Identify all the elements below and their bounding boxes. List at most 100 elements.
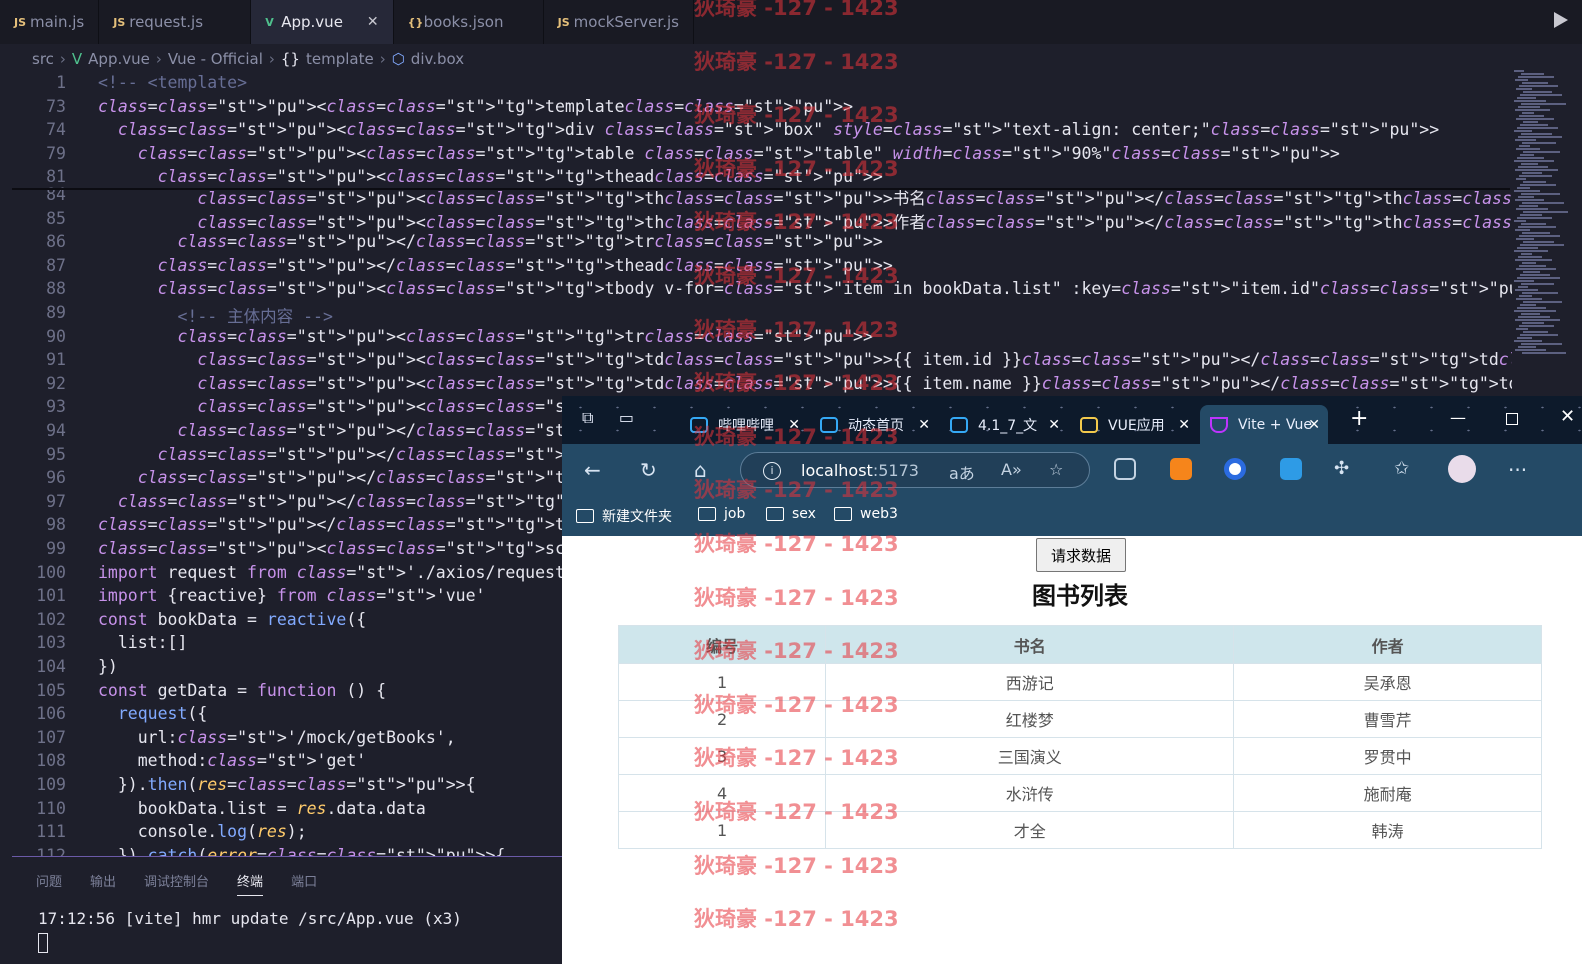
back-icon[interactable]: ← <box>584 458 601 482</box>
close-icon[interactable]: ✕ <box>1048 417 1060 433</box>
browser-tab-vue-app[interactable]: VUE应用 ✕ <box>1070 405 1198 444</box>
breadcrumb-item[interactable]: src <box>32 50 54 68</box>
browser-tab-bilibili[interactable]: 哔哩哔哩 ✕ <box>680 405 808 444</box>
bookmark-folder[interactable]: web3 <box>834 506 898 522</box>
close-icon[interactable]: ✕ <box>918 417 930 433</box>
minimap-line <box>1522 172 1542 174</box>
tab-request-js[interactable]: JS request.js <box>99 0 252 44</box>
bookmark-folder[interactable]: 新建文件夹 <box>576 506 672 526</box>
minimap-line <box>1516 328 1528 330</box>
browser-tab-dynamic[interactable]: 动态首页 ✕ <box>810 405 938 444</box>
close-window-icon[interactable]: ✕ <box>1560 406 1575 427</box>
games-icon[interactable] <box>1114 458 1136 480</box>
minimap-line <box>1518 166 1548 168</box>
code-line[interactable]: <!-- <template> <box>98 73 247 92</box>
folder-icon <box>834 507 852 521</box>
tab-mockserver-js[interactable]: JS mockServer.js <box>544 0 694 44</box>
table-cell: 曹雪芹 <box>1233 700 1542 738</box>
code-line[interactable]: class=class="st">"pu"></class=class="st"… <box>98 256 893 275</box>
avatar[interactable] <box>1448 455 1476 483</box>
minimap-line <box>1518 286 1528 288</box>
code-line[interactable]: }).catch(error=class=class="st">"pu">>{ <box>98 846 505 856</box>
code-line[interactable]: method:class="st">'get' <box>98 751 367 770</box>
code-line[interactable]: }) <box>98 657 118 676</box>
code-line[interactable]: console.log(res); <box>98 822 307 841</box>
code-line[interactable]: class=class="st">"pu"><class=class="st">… <box>98 167 883 186</box>
code-line[interactable]: request({ <box>98 704 207 723</box>
bookmark-folder[interactable]: job <box>698 506 745 522</box>
code-line[interactable]: const getData = function () { <box>98 681 386 700</box>
code-line[interactable]: import {reactive} from class="st">'vue' <box>98 586 485 605</box>
maximize-icon[interactable] <box>1506 413 1518 425</box>
translate-icon[interactable]: aあ <box>949 460 975 484</box>
new-tab-button[interactable]: + <box>1350 406 1368 431</box>
favorites-icon[interactable]: ✩ <box>1394 458 1409 479</box>
breadcrumb-item[interactable]: Vue - Official <box>168 50 263 68</box>
browser-tab-lesson[interactable]: 4.1_7_文 ✕ <box>940 405 1068 444</box>
code-line[interactable]: class=class="st">"pu"><class=class="st">… <box>98 350 1512 369</box>
code-line[interactable]: }).then(res=class=class="st">"pu">>{ <box>98 775 476 794</box>
tab-main-js[interactable]: JS main.js <box>0 0 100 44</box>
code-line[interactable]: import request from class="st">'./axios/… <box>98 563 585 582</box>
minimap-line <box>1516 208 1548 210</box>
address-bar[interactable]: i localhost:5173 aあ A» ☆ <box>740 452 1090 488</box>
info-icon[interactable]: i <box>763 462 781 480</box>
browser-tab-vite-vue[interactable]: Vite + Vue ✕ <box>1200 405 1328 444</box>
terminal-output[interactable]: 17:12:56 [vite] hmr update /src/App.vue … <box>38 909 462 928</box>
code-line[interactable]: class=class="st">"pu"><class=class="st">… <box>98 279 1512 298</box>
code-line[interactable]: class=class="st">"pu"><class=class="st">… <box>98 374 1512 393</box>
minimap[interactable] <box>1514 70 1568 360</box>
extensions-puzzle-icon[interactable]: ✣ <box>1334 458 1349 479</box>
close-icon[interactable]: ✕ <box>1308 417 1320 433</box>
url-text: localhost:5173 <box>801 461 919 480</box>
terminal-cursor <box>38 933 48 953</box>
code-line[interactable]: class=class="st">"pu"><class=class="st">… <box>98 97 853 116</box>
close-icon[interactable]: ✕ <box>788 417 800 433</box>
run-icon[interactable] <box>1554 12 1568 28</box>
breadcrumb-item[interactable]: App.vue <box>88 50 150 68</box>
code-line[interactable]: class=class="st">"pu"></class=class="st"… <box>98 232 882 251</box>
tab-app-vue[interactable]: V App.vue ✕ <box>251 0 394 44</box>
code-line[interactable]: class=class="st">"pu"><class=class="st">… <box>98 327 872 346</box>
tab-books-json[interactable]: {} books.json <box>394 0 544 44</box>
workspaces-icon[interactable]: ⧉ <box>582 408 593 427</box>
home-icon[interactable]: ⌂ <box>694 458 707 482</box>
code-line[interactable]: url:class="st">'/mock/getBooks', <box>98 728 456 747</box>
panel-tab-problems[interactable]: 问题 <box>36 871 62 896</box>
panel-tab-terminal[interactable]: 终端 <box>237 871 264 896</box>
code-line[interactable]: class=class="st">"pu"><class=class="st">… <box>98 209 1512 233</box>
tab-actions-icon[interactable]: ▭ <box>619 408 634 427</box>
panel-tab-output[interactable]: 输出 <box>90 871 116 896</box>
extension-circle-icon[interactable] <box>1224 458 1246 480</box>
minimize-icon[interactable]: — <box>1450 408 1466 427</box>
extension-bird-icon[interactable] <box>1280 458 1302 480</box>
panel-tab-debug-console[interactable]: 调试控制台 <box>144 871 209 896</box>
code-line[interactable]: class=class="st">"pu"><class=class="st">… <box>98 144 1340 163</box>
breadcrumb-item[interactable]: template <box>306 50 374 68</box>
close-icon[interactable]: ✕ <box>1178 417 1190 433</box>
code-line[interactable]: bookData.list = res.data.data <box>98 799 426 818</box>
code-line[interactable]: const bookData = reactive({ <box>98 610 366 629</box>
request-data-button[interactable]: 请求数据 <box>1036 538 1126 572</box>
refresh-icon[interactable]: ↻ <box>640 458 657 482</box>
close-icon[interactable]: ✕ <box>367 14 379 30</box>
breadcrumb-item[interactable]: div.box <box>411 50 464 68</box>
minimap-line <box>1515 229 1530 231</box>
code-line[interactable]: <!-- 主体内容 --> <box>98 303 332 327</box>
bookmark-folder[interactable]: sex <box>766 506 816 522</box>
table-body: 1 西游记 吴承恩 2 红楼梦 曹雪芹 3 三国演义 罗贯中 4 水浒传 施耐庵 1 才全 韩涛 <box>617 663 1542 849</box>
line-number: 85 <box>46 208 66 228</box>
minimap-line <box>1518 316 1550 318</box>
minimap-line <box>1519 295 1532 297</box>
code-line[interactable]: list:[] <box>98 633 188 652</box>
line-number: 90 <box>46 326 66 346</box>
panel-tab-ports[interactable]: 端口 <box>291 871 317 896</box>
line-number: 112 <box>36 845 66 856</box>
metamask-icon[interactable] <box>1170 458 1192 480</box>
minimap-line <box>1514 160 1554 162</box>
favorite-star-icon[interactable]: ☆ <box>1049 460 1063 479</box>
read-aloud-icon[interactable]: A» <box>1001 460 1022 479</box>
table-cell: 才全 <box>825 811 1235 849</box>
more-icon[interactable]: ··· <box>1508 458 1527 482</box>
code-line[interactable]: class=class="st">"pu"><class=class="st">… <box>98 120 1439 139</box>
